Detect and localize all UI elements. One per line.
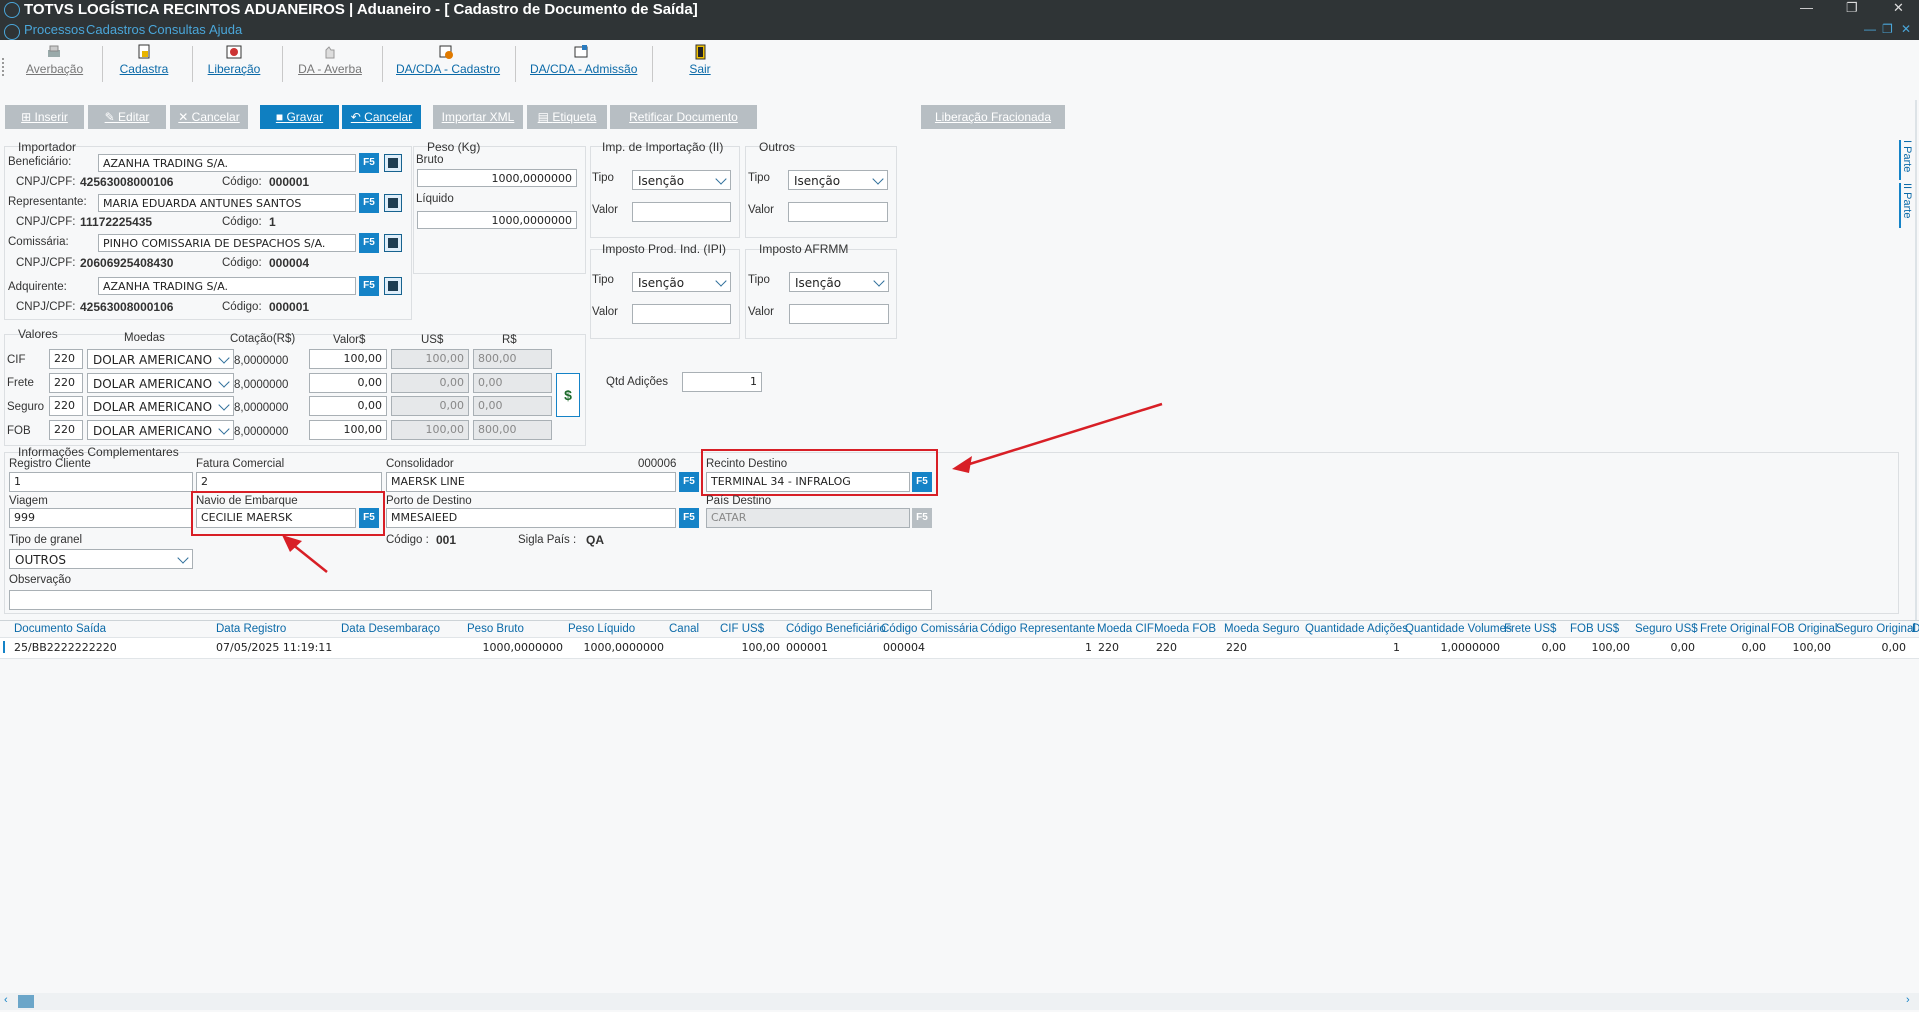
col-header-fob-original[interactable]: FOB Original: [1771, 623, 1837, 635]
cell-fob-original: 100,00: [1792, 641, 1832, 654]
col-header-frete-usd[interactable]: Frete US$: [1504, 623, 1556, 635]
col-header-truncated[interactable]: D: [1912, 623, 1919, 635]
scroll-left-icon[interactable]: ‹: [4, 994, 8, 1006]
col-header-moeda-cif[interactable]: Moeda CIF: [1097, 623, 1154, 635]
row-indicator: [3, 641, 5, 653]
col-header-codigo-comissaria[interactable]: Código Comissária: [881, 623, 978, 635]
side-tab-ii-parte-label: II Parte: [1901, 183, 1913, 219]
col-header-cif-usd[interactable]: CIF US$: [720, 623, 764, 635]
col-header-peso-liquido[interactable]: Peso Líquido: [568, 623, 635, 635]
cell-peso-bruto: 1000,0000000: [482, 641, 563, 654]
horizontal-scrollbar[interactable]: ‹ ›: [0, 993, 1919, 1010]
col-header-codigo-beneficiario[interactable]: Código Beneficiário: [786, 623, 886, 635]
scroll-thumb[interactable]: [18, 995, 34, 1008]
cell-fob-usd: 100,00: [1591, 641, 1631, 654]
col-header-seguro-original[interactable]: Seguro Original: [1836, 623, 1916, 635]
cell-peso-liquido: 1000,0000000: [583, 641, 664, 654]
side-tab-i-parte-label: I Parte: [1901, 140, 1913, 173]
scroll-right-icon[interactable]: ›: [1906, 994, 1910, 1006]
col-header-codigo-representante[interactable]: Código Representante: [980, 623, 1095, 635]
cell-quantidade-adicoes: 1: [1393, 641, 1400, 654]
col-header-quantidade-adicoes[interactable]: Quantidade Adições: [1305, 623, 1408, 635]
arrow-to-navio: [282, 535, 328, 573]
cell-frete-original: 0,00: [1741, 641, 1767, 654]
cell-codigo-comissaria: 000004: [883, 641, 925, 654]
cell-seguro-original: 0,00: [1881, 641, 1907, 654]
col-header-frete-original[interactable]: Frete Original: [1700, 623, 1770, 635]
grid-top-border: [0, 620, 1919, 621]
cell-moeda-fob: 220: [1156, 641, 1177, 654]
cell-quantidade-volumes: 1,0000000: [1440, 641, 1501, 654]
cell-frete-usd: 0,00: [1541, 641, 1567, 654]
arrow-to-recinto: [952, 402, 1163, 473]
cell-cif-usd: 100,00: [741, 641, 781, 654]
col-header-fob-usd[interactable]: FOB US$: [1570, 623, 1619, 635]
col-header-peso-bruto[interactable]: Peso Bruto: [467, 623, 524, 635]
right-scrollbar[interactable]: [1915, 100, 1917, 620]
col-header-moeda-fob[interactable]: Moeda FOB: [1154, 623, 1216, 635]
cell-codigo-representante: 1: [1085, 641, 1092, 654]
col-header-seguro-usd[interactable]: Seguro US$: [1635, 623, 1698, 635]
cell-documento-saida: 25/BB2222222220: [14, 641, 117, 654]
cell-moeda-cif: 220: [1098, 641, 1119, 654]
col-header-quantidade-volumes[interactable]: Quantidade Volumes: [1405, 623, 1512, 635]
annotation-arrows: [282, 402, 1163, 573]
cell-codigo-beneficiario: 000001: [786, 641, 828, 654]
col-header-data-registro[interactable]: Data Registro: [216, 623, 286, 635]
col-header-data-desembaraco[interactable]: Data Desembaraço: [341, 623, 440, 635]
col-header-documento-saida[interactable]: Documento Saída: [14, 623, 106, 635]
col-header-canal[interactable]: Canal: [669, 623, 699, 635]
col-header-moeda-seguro[interactable]: Moeda Seguro: [1224, 623, 1299, 635]
cell-moeda-seguro: 220: [1226, 641, 1247, 654]
cell-data-registro: 07/05/2025 11:19:11: [216, 641, 333, 654]
cell-seguro-usd: 0,00: [1670, 641, 1696, 654]
